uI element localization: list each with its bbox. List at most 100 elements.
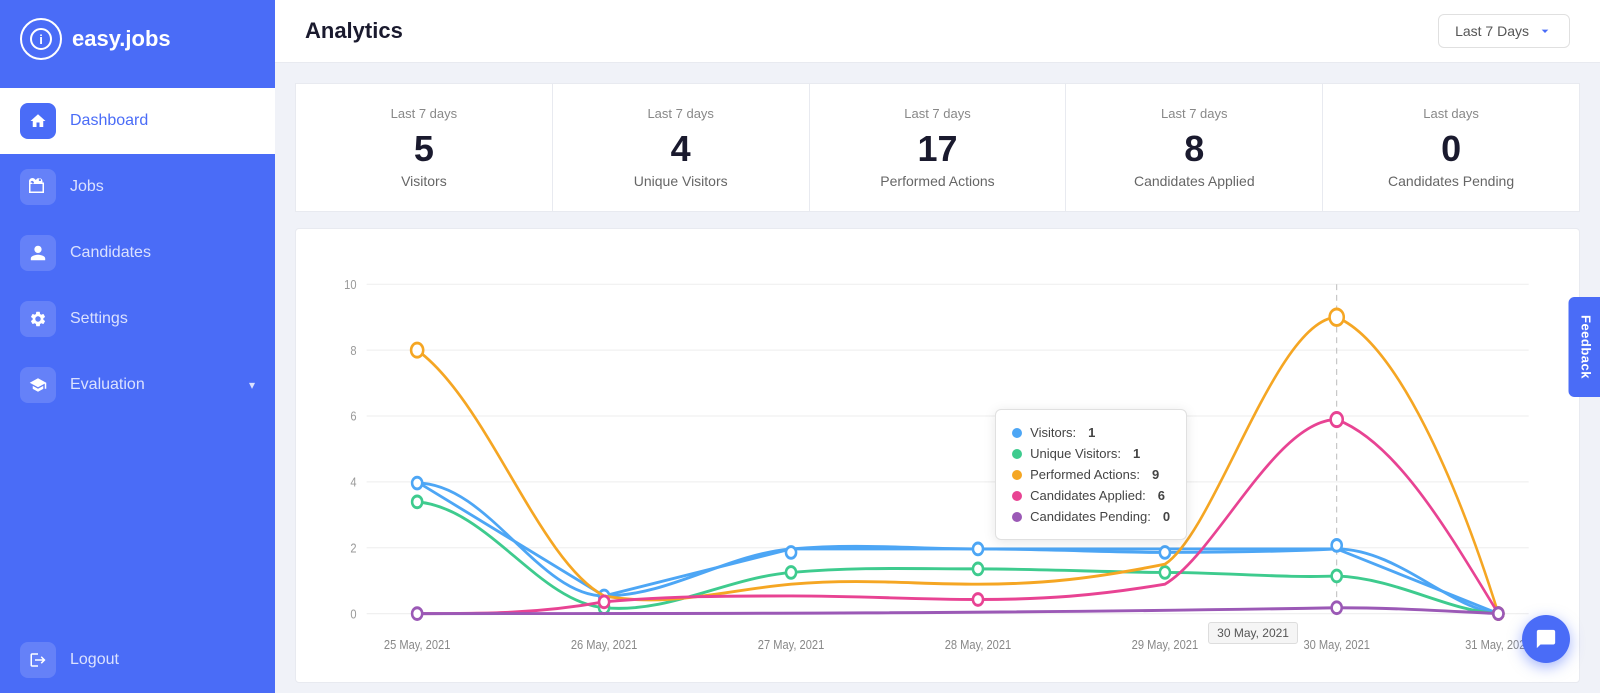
- logout-label: Logout: [70, 651, 119, 669]
- main-content: Analytics Last 7 Days Last 7 days 5 Visi…: [275, 0, 1600, 693]
- sidebar-item-settings[interactable]: Settings: [0, 286, 275, 352]
- page-title: Analytics: [305, 18, 403, 44]
- stat-card-unique-visitors: Last 7 days 4 Unique Visitors: [553, 83, 810, 212]
- tooltip-dot-candidates-pending: [1012, 512, 1022, 522]
- svg-text:10: 10: [344, 277, 357, 292]
- tooltip-label-performed-actions: Performed Actions:: [1030, 467, 1140, 482]
- svg-text:26 May, 2021: 26 May, 2021: [571, 637, 638, 652]
- stat-card-candidates-pending: Last days 0 Candidates Pending: [1323, 83, 1580, 212]
- stat-label-2: Performed Actions: [880, 173, 994, 189]
- evaluation-icon: [20, 367, 56, 403]
- sidebar-evaluation-label: Evaluation: [70, 376, 145, 394]
- sidebar-item-logout[interactable]: Logout: [0, 627, 275, 693]
- stat-card-candidates-applied: Last 7 days 8 Candidates Applied: [1066, 83, 1323, 212]
- sidebar-jobs-label: Jobs: [70, 178, 104, 196]
- page-header: Analytics Last 7 Days: [275, 0, 1600, 63]
- stat-period-4: Last days: [1423, 106, 1479, 121]
- logo-icon: i: [20, 18, 62, 60]
- legend-item-candidates-pending: Candidates Pending: [1112, 680, 1245, 683]
- date-filter-button[interactable]: Last 7 Days: [1438, 14, 1570, 48]
- svg-text:8: 8: [350, 343, 356, 358]
- tooltip-row-candidates-pending: Candidates Pending: 0: [1012, 506, 1170, 527]
- legend-dot-performed-actions: [822, 683, 832, 684]
- tooltip-date: 30 May, 2021: [1208, 622, 1298, 644]
- tooltip-value-visitors: 1: [1088, 425, 1095, 440]
- tooltip-row-unique-visitors: Unique Visitors: 1: [1012, 443, 1170, 464]
- stat-value-1: 4: [671, 129, 691, 169]
- stat-label-1: Unique Visitors: [634, 173, 728, 189]
- legend-item-candidates-applied: Candidates Applied: [964, 680, 1092, 683]
- feedback-tab[interactable]: Feedback: [1569, 297, 1600, 397]
- sidebar-candidates-label: Candidates: [70, 244, 151, 262]
- chart-wrapper: 0 2 4 6 8 10 25 May, 2021 26 May, 2021 2…: [306, 249, 1559, 672]
- tooltip-value-unique-visitors: 1: [1133, 446, 1140, 461]
- stat-period-2: Last 7 days: [904, 106, 971, 121]
- tooltip-label-candidates-pending: Candidates Pending:: [1030, 509, 1151, 524]
- tooltip-value-candidates-pending: 0: [1163, 509, 1170, 524]
- legend-dot-candidates-pending: [1112, 683, 1122, 684]
- date-filter-label: Last 7 Days: [1455, 23, 1529, 39]
- legend-dot-visitors: [620, 683, 630, 684]
- chevron-down-icon: [1537, 23, 1553, 39]
- jobs-icon: [20, 169, 56, 205]
- legend-label-unique-visitors: Unique Visitors: [714, 680, 801, 683]
- home-icon: [20, 103, 56, 139]
- chart-tooltip: Visitors: 1 Unique Visitors: 1 Performed…: [995, 409, 1187, 540]
- tooltip-dot-visitors: [1012, 428, 1022, 438]
- legend-label-visitors: Visitors: [636, 680, 678, 683]
- evaluation-arrow-icon: ▾: [249, 378, 255, 392]
- candidates-icon: [20, 235, 56, 271]
- stat-label-0: Visitors: [401, 173, 447, 189]
- stat-period-0: Last 7 days: [391, 106, 458, 121]
- svg-text:2: 2: [350, 540, 356, 555]
- stat-card-visitors: Last 7 days 5 Visitors: [295, 83, 553, 212]
- chart-legend: Visitors Unique Visitors Performed Actio…: [306, 672, 1559, 683]
- stat-value-2: 17: [917, 129, 957, 169]
- chat-icon: [1535, 628, 1557, 650]
- sidebar-item-candidates[interactable]: Candidates: [0, 220, 275, 286]
- tooltip-row-candidates-applied: Candidates Applied: 6: [1012, 485, 1170, 506]
- settings-icon: [20, 301, 56, 337]
- tooltip-row-visitors: Visitors: 1: [1012, 422, 1170, 443]
- legend-label-performed-actions: Performed Actions: [838, 680, 944, 683]
- logo: i easy.jobs: [0, 0, 275, 78]
- svg-text:28 May, 2021: 28 May, 2021: [945, 637, 1012, 652]
- sidebar-item-evaluation[interactable]: Evaluation ▾: [0, 352, 275, 418]
- stat-value-3: 8: [1184, 129, 1204, 169]
- logo-text: easy.jobs: [72, 26, 171, 52]
- legend-item-visitors: Visitors: [620, 680, 678, 683]
- sidebar-item-jobs[interactable]: Jobs: [0, 154, 275, 220]
- legend-label-candidates-applied: Candidates Applied: [980, 680, 1092, 683]
- legend-dot-candidates-applied: [964, 683, 974, 684]
- stat-value-4: 0: [1441, 129, 1461, 169]
- svg-text:0: 0: [350, 606, 356, 621]
- tooltip-label-candidates-applied: Candidates Applied:: [1030, 488, 1146, 503]
- sidebar-dashboard-label: Dashboard: [70, 112, 148, 130]
- chart-svg: 0 2 4 6 8 10 25 May, 2021 26 May, 2021 2…: [306, 249, 1559, 672]
- tooltip-row-performed-actions: Performed Actions: 9: [1012, 464, 1170, 485]
- stat-value-0: 5: [414, 129, 434, 169]
- sidebar: i easy.jobs Dashboard Jobs: [0, 0, 275, 693]
- svg-text:4: 4: [350, 474, 356, 489]
- svg-text:27 May, 2021: 27 May, 2021: [758, 637, 825, 652]
- svg-text:6: 6: [350, 409, 356, 424]
- legend-item-performed-actions: Performed Actions: [822, 680, 944, 683]
- svg-text:29 May, 2021: 29 May, 2021: [1132, 637, 1199, 652]
- sidebar-settings-label: Settings: [70, 310, 128, 328]
- sidebar-nav: Dashboard Jobs Candidates: [0, 88, 275, 627]
- tooltip-label-unique-visitors: Unique Visitors:: [1030, 446, 1121, 461]
- logout-icon: [20, 642, 56, 678]
- svg-text:25 May, 2021: 25 May, 2021: [384, 637, 451, 652]
- svg-text:30 May, 2021: 30 May, 2021: [1303, 637, 1370, 652]
- stat-period-1: Last 7 days: [647, 106, 714, 121]
- tooltip-dot-performed-actions: [1012, 470, 1022, 480]
- chat-button[interactable]: [1522, 615, 1570, 663]
- sidebar-item-dashboard[interactable]: Dashboard: [0, 88, 275, 154]
- legend-dot-unique-visitors: [698, 683, 708, 684]
- legend-label-candidates-pending: Candidates Pending: [1128, 680, 1245, 683]
- legend-item-unique-visitors: Unique Visitors: [698, 680, 801, 683]
- stat-period-3: Last 7 days: [1161, 106, 1228, 121]
- svg-text:i: i: [39, 32, 43, 47]
- stats-row: Last 7 days 5 Visitors Last 7 days 4 Uni…: [275, 63, 1600, 212]
- stat-label-4: Candidates Pending: [1388, 173, 1514, 189]
